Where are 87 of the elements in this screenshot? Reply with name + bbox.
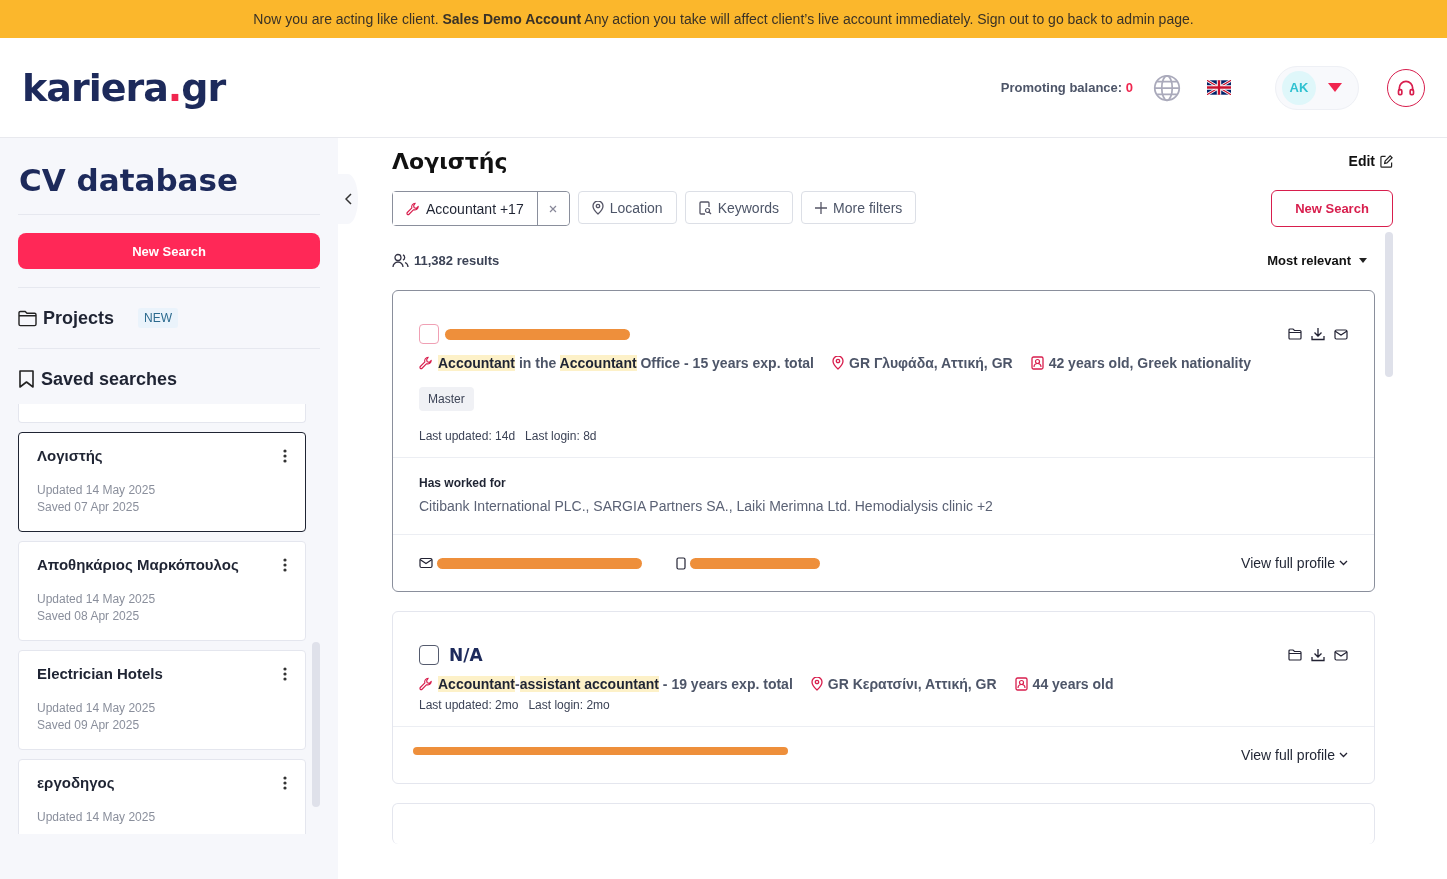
updated-date: Updated 14 May 2025	[37, 809, 157, 826]
projects-link[interactable]: Projects	[43, 307, 115, 329]
saved-date: Saved 07 Apr 2025	[37, 499, 141, 516]
location-pin-icon	[591, 200, 604, 215]
wrench-icon	[406, 201, 420, 216]
new-search-button[interactable]: New Search	[1271, 190, 1393, 227]
id-card-icon	[1014, 677, 1028, 691]
more-icon[interactable]	[283, 775, 287, 790]
candidate-age: 44 years old	[1032, 676, 1114, 692]
saved-search-name: Λογιστής	[37, 447, 103, 464]
new-badge: NEW	[138, 308, 179, 328]
plus-icon	[815, 201, 828, 214]
location-pin-icon	[810, 677, 823, 691]
search-title: Λογιστής	[392, 148, 508, 174]
saved-search-name: εργοδηγος	[37, 774, 115, 791]
saved-search-name: Electrician Hotels	[37, 665, 163, 682]
candidate-location: GR Κερατσίνι, Αττική, GR	[827, 676, 997, 692]
checkbox[interactable]	[419, 645, 439, 665]
saved-search-name: Αποθηκάριος Μαρκόπουλος	[37, 556, 239, 573]
updated-date: Updated 14 May 2025	[37, 482, 157, 499]
more-icon[interactable]	[283, 666, 287, 681]
more-icon[interactable]	[283, 448, 287, 463]
education-tag: Master	[419, 387, 474, 411]
updated-date: Updated 14 May 2025	[37, 700, 157, 717]
saved-search-card[interactable]: Electrician Hotels Updated 14 May 2025 Saved 09 Apr 2025	[18, 650, 306, 750]
edit-button[interactable]: Edit	[1348, 153, 1393, 169]
caret-icon	[1328, 83, 1342, 92]
more-filters-button[interactable]: More filters	[801, 191, 917, 224]
results-count: 11,382 results	[414, 252, 500, 268]
folder-icon[interactable]	[1288, 649, 1302, 661]
mail-icon[interactable]	[1334, 649, 1348, 661]
caret-icon	[1359, 257, 1367, 263]
new-search-button[interactable]: New Search	[18, 233, 320, 269]
folder-icon	[18, 309, 37, 327]
job-title: Accountant-assistant accountant - 19 years exp. total	[438, 676, 793, 692]
chevron-down-icon	[1339, 560, 1348, 566]
flag-icon[interactable]	[1207, 80, 1231, 95]
job-title: Accountant in the Accountant Office - 15 years exp. total	[438, 355, 814, 371]
last-updated: Last updated: 14d	[419, 429, 516, 443]
last-login: Last login: 8d	[525, 429, 597, 443]
collapse-tab[interactable]	[338, 174, 358, 224]
more-icon[interactable]	[283, 557, 287, 572]
candidate-name: N/A	[449, 645, 483, 665]
banner-message: Now you are acting like client. Sales Demo Account Any action you take will affect client’s live account immediately. Sign out to go back to admin page.	[253, 11, 1194, 27]
keywords-filter[interactable]: Keywords	[684, 191, 794, 224]
location-filter[interactable]: Location	[577, 191, 677, 224]
sort-dropdown[interactable]: Most relevant	[1261, 251, 1373, 269]
id-card-icon	[1030, 356, 1044, 370]
edit-icon	[1380, 154, 1393, 168]
document-search-icon	[698, 200, 712, 215]
updated-date: Updated 14 May 2025	[37, 591, 157, 608]
keyword-filter[interactable]: Accountant +17	[393, 192, 538, 225]
chevron-down-icon	[1339, 752, 1348, 758]
people-icon	[392, 252, 409, 268]
close-icon	[549, 204, 558, 213]
saved-search-card[interactable]: εργοδηγος Updated 14 May 2025	[18, 759, 306, 834]
chevron-left-icon	[344, 193, 352, 205]
scrollbar-thumb[interactable]	[1385, 232, 1393, 377]
logo[interactable]: kariera.gr	[22, 65, 226, 110]
candidate-location: GR Γλυφάδα, Αττική, GR	[849, 355, 1013, 371]
download-icon[interactable]	[1311, 648, 1325, 662]
last-updated: Last updated: 2mo	[419, 698, 519, 712]
saved-date: Saved 09 Apr 2025	[37, 717, 141, 734]
bookmark-icon	[18, 369, 35, 389]
saved-search-card[interactable]: Αποθηκάριος Μαρκόπουλος Updated 14 May 2025 Saved 08 Apr 2025	[18, 541, 306, 641]
view-profile-link[interactable]: View full profile	[1241, 555, 1348, 571]
mail-icon[interactable]	[1334, 328, 1348, 340]
phone-icon	[676, 556, 686, 570]
saved-date: Saved 08 Apr 2025	[37, 608, 141, 625]
employers-list: Citibank International PLC., SARGIA Partners SA., Laiki Merimna Ltd. Hemodialysis clinic +2	[419, 498, 1348, 514]
candidate-age: 42 years old, Greek nationality	[1048, 355, 1251, 371]
last-login: Last login: 2mo	[528, 698, 610, 712]
saved-search-card[interactable]: Λογιστής Updated 14 May 2025 Saved 07 Apr 2025	[18, 432, 306, 532]
download-icon[interactable]	[1311, 327, 1325, 341]
user-avatar: AK	[1282, 70, 1316, 105]
location-pin-icon	[832, 356, 844, 370]
support-button[interactable]	[1387, 68, 1425, 107]
wrench-icon	[419, 677, 433, 691]
wrench-icon	[419, 356, 433, 370]
promoting-balance: Promoting balance: 0	[1000, 80, 1133, 95]
checkbox[interactable]	[419, 324, 439, 344]
mail-icon	[419, 557, 433, 569]
worked-for-label: Has worked for	[419, 476, 507, 490]
folder-icon[interactable]	[1288, 328, 1302, 340]
view-profile-link[interactable]: View full profile	[1241, 747, 1348, 763]
saved-searches-heading: Saved searches	[41, 368, 178, 390]
sidebar-title: CV database	[19, 161, 239, 200]
